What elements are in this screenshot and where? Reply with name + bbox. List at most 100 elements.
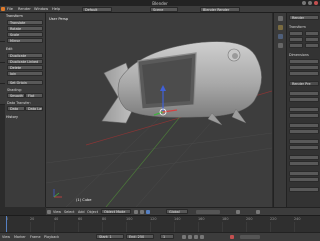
- timeline-tick-label: 40: [54, 217, 59, 221]
- editor-type-icon[interactable]: [47, 209, 51, 214]
- layout-select[interactable]: Default: [82, 6, 112, 12]
- rotation-y-field[interactable]: [305, 37, 319, 42]
- scene-select[interactable]: Scene: [150, 6, 178, 12]
- frame-range-field[interactable]: [289, 107, 319, 112]
- menu-window[interactable]: Window: [34, 7, 48, 11]
- viewport-canvas[interactable]: [46, 13, 272, 207]
- delete-button[interactable]: Delete: [7, 65, 43, 70]
- timeline-tick-label: 80: [102, 217, 107, 221]
- play-reverse-icon[interactable]: [188, 234, 192, 239]
- duplicate-linked-button[interactable]: Duplicate Linked: [7, 59, 43, 64]
- pivot-point-icon[interactable]: [140, 209, 144, 214]
- timeline-menu-frame[interactable]: Frame: [30, 235, 41, 239]
- timeline-tick-label: 160: [198, 217, 205, 221]
- light-icon[interactable]: [278, 25, 283, 30]
- current-frame-marker[interactable]: [6, 216, 7, 233]
- camera-icon[interactable]: [278, 16, 283, 21]
- rotate-button[interactable]: Rotate: [7, 26, 43, 31]
- data-button[interactable]: Data: [7, 106, 25, 111]
- scale-button[interactable]: Scale: [7, 32, 43, 37]
- bake-field[interactable]: [289, 187, 319, 192]
- smooth-button[interactable]: Smooth: [7, 93, 25, 98]
- menu-view[interactable]: View: [53, 210, 61, 214]
- post-processing-field[interactable]: [289, 155, 319, 160]
- timeline-menu-view[interactable]: View: [2, 235, 10, 239]
- timeline-menu-marker[interactable]: Marker: [14, 235, 26, 239]
- rotation-x-field[interactable]: [305, 31, 319, 36]
- active-object-label: (1) Cube: [76, 198, 92, 202]
- timeline-tick-label: 200: [246, 217, 253, 221]
- timeline-tick-label: 120: [150, 217, 157, 221]
- transform-panel-header[interactable]: Transform: [289, 25, 306, 29]
- fish-mesh[interactable]: [101, 41, 262, 126]
- dimension-x-field[interactable]: [289, 59, 319, 64]
- sampling-field[interactable]: [289, 129, 319, 134]
- view-axes-icon: [53, 189, 62, 198]
- keying-set-icon[interactable]: [240, 234, 260, 239]
- render-preview-icon[interactable]: [256, 209, 260, 214]
- join-button[interactable]: Join: [7, 71, 43, 76]
- flat-button[interactable]: Flat: [25, 93, 43, 98]
- timeline[interactable]: 0 20 40 60 80 100 120 140 160 180 200 220 240: [0, 215, 320, 233]
- location-x-field[interactable]: [289, 31, 303, 36]
- performance-field[interactable]: [289, 145, 319, 150]
- menu-select[interactable]: Select: [64, 210, 74, 214]
- location-y-field[interactable]: [289, 37, 303, 42]
- mode-select[interactable]: Object Mode: [101, 209, 131, 214]
- timeline-tick-label: 180: [222, 217, 229, 221]
- maximize-icon[interactable]: [308, 1, 312, 5]
- data-layout-button[interactable]: Data Layout: [25, 106, 43, 111]
- set-origin-select[interactable]: Set Origin: [7, 80, 43, 85]
- snap-icon[interactable]: [236, 209, 240, 214]
- scene-icon[interactable]: [278, 43, 283, 48]
- color-mode-field[interactable]: [289, 177, 319, 182]
- mirror-button[interactable]: Mirror: [7, 38, 43, 43]
- play-icon[interactable]: [194, 234, 198, 239]
- dimensions-panel-header[interactable]: Dimensions: [289, 53, 309, 57]
- location-z-field[interactable]: [289, 43, 303, 48]
- resolution-field[interactable]: [289, 91, 319, 96]
- edit-header[interactable]: Edit: [6, 47, 13, 51]
- aspect-field[interactable]: [289, 97, 319, 102]
- tool-shelf: Transform Translate Rotate Scale Mirror …: [5, 13, 46, 207]
- mesh-icon[interactable]: [278, 34, 283, 39]
- menu-object[interactable]: Object: [87, 210, 98, 214]
- dimension-y-field[interactable]: [289, 65, 319, 70]
- rotation-z-field[interactable]: [305, 43, 319, 48]
- shading-field[interactable]: [289, 139, 319, 144]
- jump-end-icon[interactable]: [200, 234, 204, 239]
- outliner-strip: [273, 13, 287, 207]
- timeline-menu-playback[interactable]: Playback: [44, 235, 59, 239]
- menu-render[interactable]: Render: [18, 7, 31, 11]
- record-icon[interactable]: [230, 234, 234, 239]
- history-header[interactable]: History: [6, 115, 18, 119]
- transform-header[interactable]: Transform: [6, 14, 23, 18]
- anti-aliasing-field[interactable]: [289, 123, 319, 128]
- start-frame-field[interactable]: Start: 1: [96, 234, 124, 239]
- data-transfer-label: Data Transfer:: [7, 101, 31, 105]
- frame-rate-field[interactable]: [289, 113, 319, 118]
- manipulator-icon[interactable]: [146, 209, 150, 214]
- 3d-viewport[interactable]: User Persp (1) Cube: [46, 13, 272, 207]
- close-icon[interactable]: [314, 1, 318, 5]
- output-path-field[interactable]: [289, 161, 319, 166]
- blender-logo-icon[interactable]: [1, 6, 5, 11]
- layers-icon[interactable]: [196, 209, 220, 214]
- render-tab[interactable]: Render: [289, 15, 319, 20]
- menu-file[interactable]: File: [7, 7, 13, 11]
- render-engine-select[interactable]: Blender Render: [200, 6, 240, 12]
- jump-start-icon[interactable]: [182, 234, 186, 239]
- render-preset-select[interactable]: Render Pre: [289, 81, 319, 86]
- file-format-field[interactable]: [289, 171, 319, 176]
- menu-add[interactable]: Add: [78, 210, 85, 214]
- duplicate-button[interactable]: Duplicate: [7, 53, 43, 58]
- end-frame-field[interactable]: End: 250: [126, 234, 154, 239]
- menu-help[interactable]: Help: [52, 7, 60, 11]
- minimize-icon[interactable]: [302, 1, 306, 5]
- dimension-z-field[interactable]: [289, 71, 319, 76]
- orientation-select[interactable]: Global: [166, 209, 188, 214]
- current-frame-field[interactable]: 1: [160, 234, 174, 239]
- translate-button[interactable]: Translate: [7, 20, 43, 25]
- viewport-shading-icon[interactable]: [134, 209, 138, 214]
- timeline-tick-label: 140: [174, 217, 181, 221]
